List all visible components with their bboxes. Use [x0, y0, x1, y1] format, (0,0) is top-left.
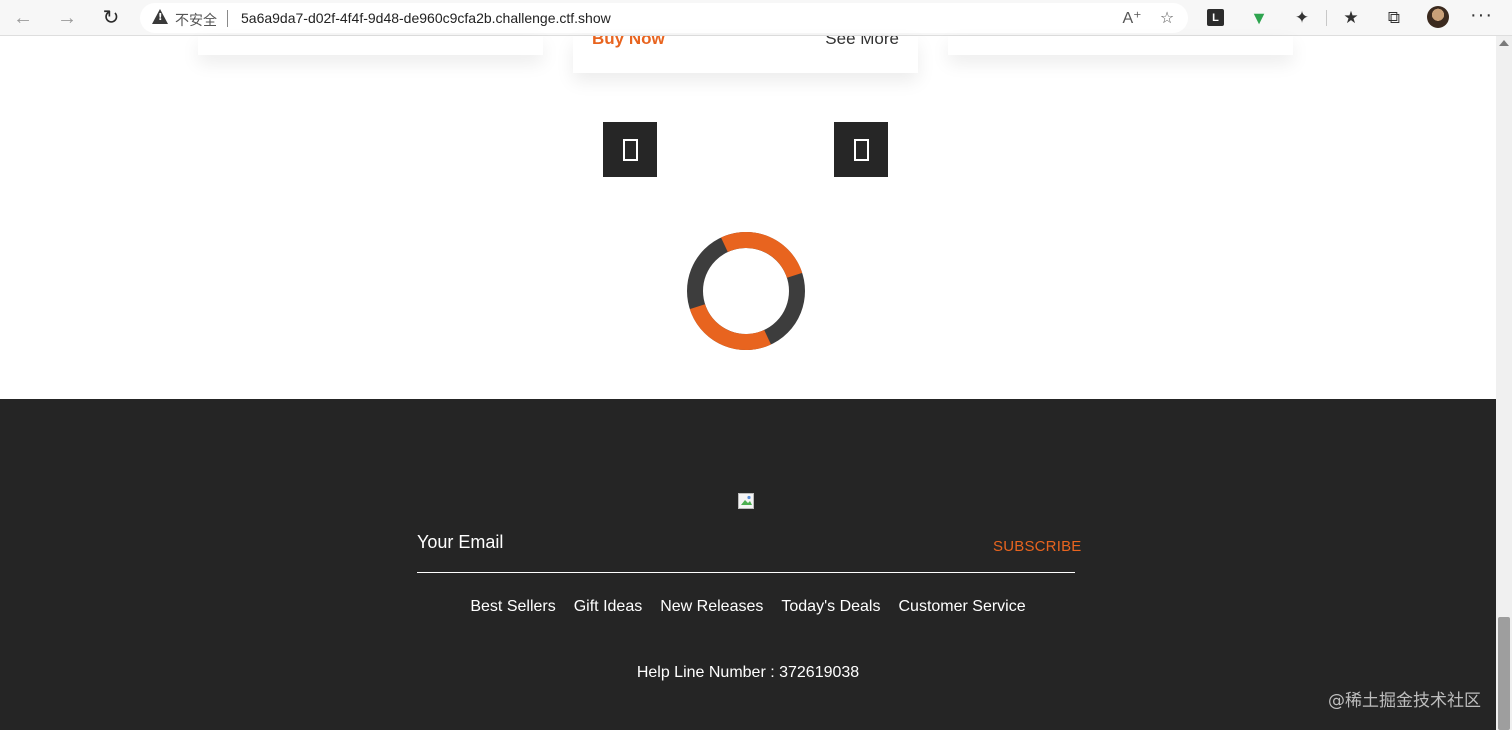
- helpline-text: Help Line Number : 372619038: [636, 664, 860, 681]
- slider-prev-button[interactable]: [603, 122, 657, 177]
- see-more-link[interactable]: See More: [825, 36, 899, 49]
- add-favorite-icon[interactable]: ☆: [1157, 8, 1177, 28]
- address-separator: [227, 10, 228, 27]
- buy-now-link[interactable]: Buy Now: [592, 36, 665, 49]
- footer-link-gift-ideas[interactable]: Gift Ideas: [574, 598, 642, 616]
- email-underline: [417, 572, 1075, 573]
- page-scrollbar[interactable]: [1496, 36, 1512, 730]
- slider-next-icon: [853, 138, 869, 161]
- spinner-arc-top: [721, 231, 803, 279]
- collections-icon[interactable]: ⧉: [1382, 6, 1406, 30]
- product-card-right: [948, 36, 1293, 55]
- footer-link-best-sellers[interactable]: Best Sellers: [470, 598, 555, 616]
- scroll-up-icon[interactable]: [1499, 40, 1509, 46]
- footer-nav: Best Sellers Gift Ideas New Releases Tod…: [0, 598, 1496, 616]
- scroll-thumb[interactable]: [1498, 617, 1510, 730]
- extensions-puzzle-icon[interactable]: ✦: [1290, 6, 1314, 30]
- slider-next-button[interactable]: [834, 122, 888, 177]
- more-menu-icon[interactable]: ···: [1470, 4, 1493, 27]
- product-card-middle: Buy Now See More: [573, 36, 918, 73]
- security-label[interactable]: 不安全: [175, 10, 217, 30]
- shield-icon[interactable]: ▼: [1247, 6, 1271, 30]
- footer-logo-image: [738, 493, 754, 509]
- read-aloud-icon[interactable]: A⁺: [1122, 8, 1142, 28]
- footer-link-customer-service[interactable]: Customer Service: [898, 598, 1025, 616]
- url-text[interactable]: 5a6a9da7-d02f-4f4f-9d48-de960c9cfa2b.cha…: [241, 10, 611, 26]
- footer-link-new-releases[interactable]: New Releases: [660, 598, 763, 616]
- extension-l-icon[interactable]: L: [1207, 9, 1224, 26]
- footer-link-todays-deals[interactable]: Today's Deals: [781, 598, 880, 616]
- forward-icon[interactable]: →: [53, 5, 81, 31]
- warning-icon[interactable]: [152, 9, 168, 24]
- profile-avatar[interactable]: [1427, 6, 1449, 28]
- back-icon[interactable]: ←: [9, 5, 37, 31]
- reload-icon[interactable]: ↻: [97, 5, 125, 31]
- product-card-left: [198, 36, 543, 55]
- browser-toolbar: ← → ↻ 不安全 5a6a9da7-d02f-4f4f-9d48-de960c…: [0, 0, 1512, 36]
- spinner-arc-bottom: [689, 303, 771, 351]
- toolbar-separator: [1326, 10, 1327, 26]
- email-input[interactable]: Your Email: [417, 532, 503, 553]
- watermark-text: @稀土掘金技术社区: [1328, 691, 1481, 711]
- footer: Your Email SUBSCRIBE Best Sellers Gift I…: [0, 399, 1496, 730]
- slider-prev-icon: [622, 138, 638, 161]
- favorites-icon[interactable]: ★: [1339, 6, 1363, 30]
- address-bar[interactable]: 不安全 5a6a9da7-d02f-4f4f-9d48-de960c9cfa2b…: [140, 3, 1188, 33]
- loading-spinner: [687, 231, 805, 351]
- subscribe-button[interactable]: SUBSCRIBE: [993, 538, 1082, 555]
